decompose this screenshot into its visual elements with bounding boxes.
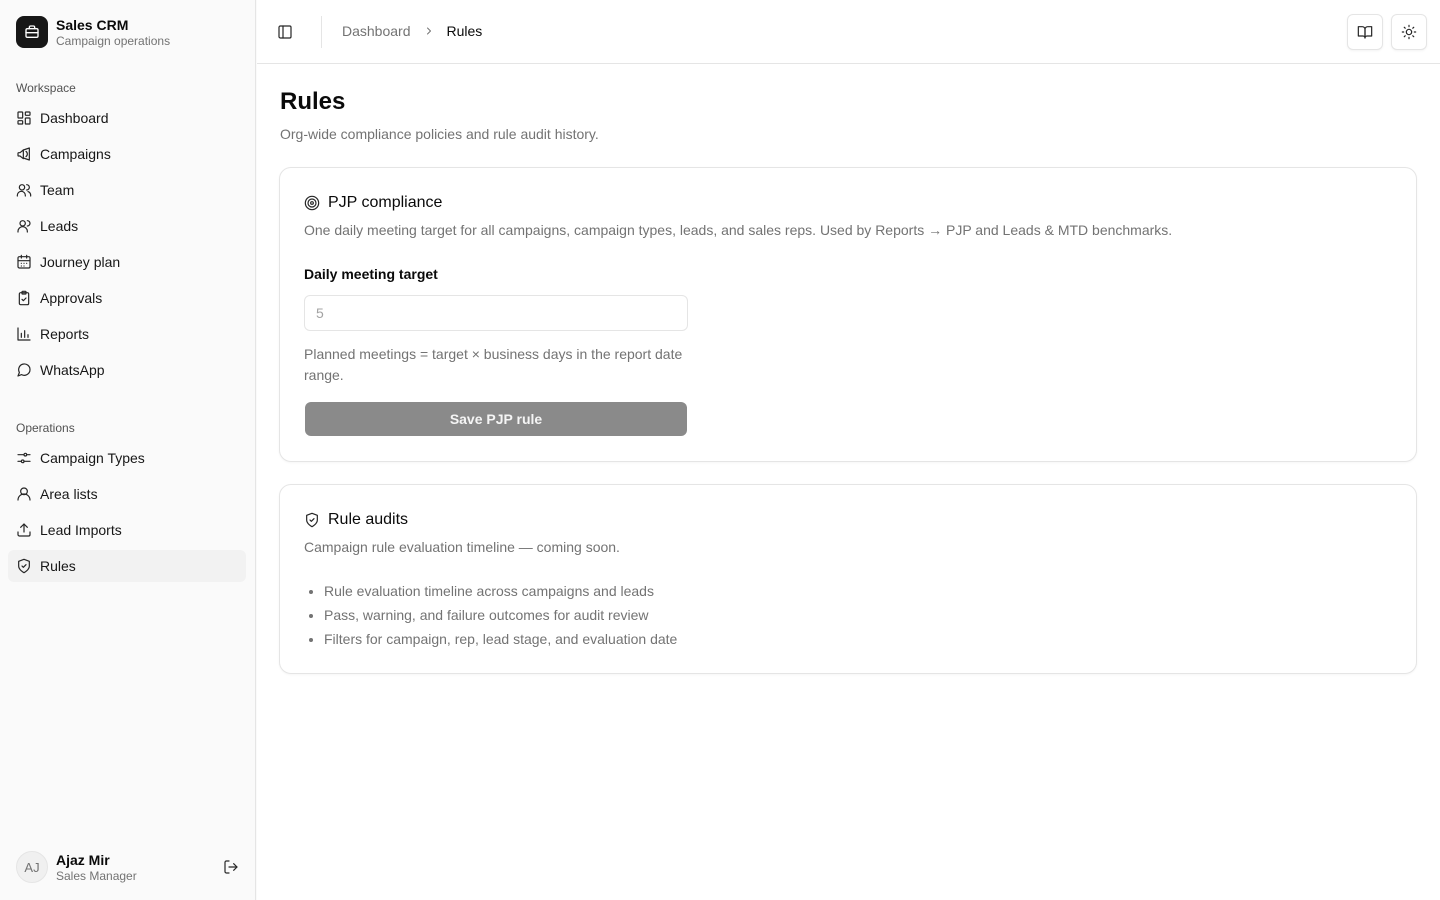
rule-audits-list: Rule evaluation timeline across campaign… [324,582,677,654]
breadcrumb-dashboard[interactable]: Dashboard [342,23,411,39]
operations-group-label: Operations [16,421,75,435]
sidebar-item-rules[interactable]: Rules [8,550,246,582]
sidebar-item-area-lists[interactable]: Area lists [8,478,246,510]
book-open-icon [1357,26,1373,39]
daily-meeting-target-input[interactable] [304,295,688,331]
dashboard-icon [16,110,32,126]
clipboard-check-icon [16,290,32,306]
message-circle-icon [16,362,32,378]
shield-check-icon [304,512,320,528]
workspace-nav: Dashboard Campaigns Team Leads Journey p… [8,102,246,390]
brand-subtitle: Campaign operations [56,33,171,48]
topbar-divider [321,16,322,48]
sidebar-item-team[interactable]: Team [8,174,246,206]
sliders-icon [16,450,32,466]
sidebar-item-label: Leads [40,218,79,234]
upload-icon [16,522,32,538]
target-icon [304,195,320,211]
sidebar-item-lead-imports[interactable]: Lead Imports [8,514,246,546]
sidebar-item-label: Team [40,182,75,198]
pjp-compliance-card: PJP compliance One daily meeting target … [279,167,1417,462]
list-item: Rule evaluation timeline across campaign… [324,582,677,606]
panel-left-icon [278,25,292,39]
calendar-icon [16,254,32,270]
brand-title: Sales CRM [56,16,129,33]
sidebar-item-label: Rules [40,558,76,574]
sidebar-item-label: Journey plan [40,254,121,270]
sidebar-item-campaign-types[interactable]: Campaign Types [8,442,246,474]
page-subtitle: Org-wide compliance policies and rule au… [280,126,599,142]
briefcase-icon [16,16,48,48]
sidebar-item-label: Campaigns [40,146,111,162]
megaphone-icon [16,146,32,162]
pjp-card-title: PJP compliance [328,194,443,211]
list-item: Filters for campaign, rep, lead stage, a… [324,630,677,654]
sidebar-item-reports[interactable]: Reports [8,318,246,350]
avatar[interactable]: AJ [16,851,48,883]
brand[interactable]: Sales CRM Campaign operations [16,16,170,48]
sidebar-item-label: Reports [40,326,90,342]
save-pjp-rule-button[interactable]: Save PJP rule [305,402,687,436]
logout-icon [224,860,238,874]
user-round-icon [16,486,32,502]
user-profile: AJ Ajaz Mir Sales Manager [16,850,240,884]
daily-meeting-target-help: Planned meetings = target × business day… [304,346,683,383]
topbar: Dashboard Rules [257,0,1440,64]
sidebar-item-label: WhatsApp [40,362,105,378]
sidebar-item-label: Lead Imports [40,522,122,538]
sidebar-item-approvals[interactable]: Approvals [8,282,246,314]
users-icon [16,182,32,198]
user-role: Sales Manager [56,868,137,883]
chevron-right-icon [423,25,435,37]
bar-chart-icon [16,326,32,342]
workspace-group-label: Workspace [16,81,76,95]
sidebar-toggle-button[interactable] [275,22,295,42]
sidebar-item-journey-plan[interactable]: Journey plan [8,246,246,278]
rule-audits-title: Rule audits [328,511,409,528]
sidebar: Sales CRM Campaign operations Workspace … [0,0,256,900]
breadcrumb: Dashboard Rules [342,23,482,39]
sun-icon [1401,24,1417,40]
sidebar-item-label: Dashboard [40,110,109,126]
sidebar-item-label: Campaign Types [40,450,145,466]
shield-check-icon [16,558,32,574]
sidebar-item-campaigns[interactable]: Campaigns [8,138,246,170]
rule-audits-card: Rule audits Campaign rule evaluation tim… [279,484,1417,674]
user-icon [16,218,32,234]
sidebar-item-label: Area lists [40,486,98,502]
page-title: Rules [280,88,346,115]
daily-meeting-target-label: Daily meeting target [304,266,438,282]
docs-button[interactable] [1347,14,1383,50]
breadcrumb-current: Rules [446,23,483,39]
logout-button[interactable] [222,858,240,876]
sidebar-item-dashboard[interactable]: Dashboard [8,102,246,134]
operations-nav: Campaign Types Area lists Lead Imports R… [8,442,246,586]
sidebar-item-leads[interactable]: Leads [8,210,246,242]
sidebar-item-label: Approvals [40,290,103,306]
list-item: Pass, warning, and failure outcomes for … [324,606,677,630]
user-name: Ajaz Mir [56,851,110,868]
sidebar-item-whatsapp[interactable]: WhatsApp [8,354,246,386]
pjp-card-description: One daily meeting target for all campaig… [304,222,1173,238]
main-content: Dashboard Rules Rules Org-wide complianc… [257,0,1440,900]
rule-audits-description: Campaign rule evaluation timeline — comi… [304,539,620,555]
theme-toggle-button[interactable] [1391,14,1427,50]
